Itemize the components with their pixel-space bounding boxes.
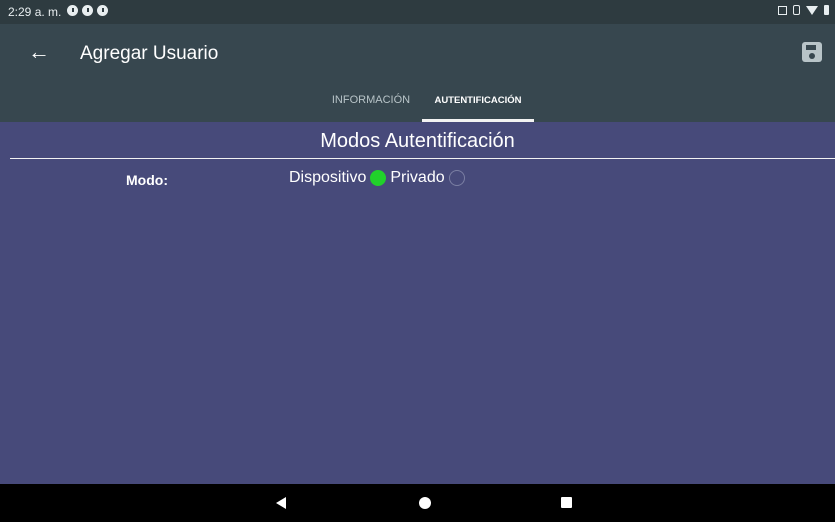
system-icons xyxy=(778,5,829,15)
battery-icon xyxy=(824,5,829,15)
nav-recents-icon[interactable] xyxy=(561,497,572,508)
notification-icon xyxy=(97,5,108,16)
vibrate-icon xyxy=(793,5,800,15)
radio-label-dispositivo[interactable]: Dispositivo xyxy=(289,169,366,187)
tab-informacion[interactable]: INFORMACIÓN xyxy=(322,94,420,106)
notification-icon xyxy=(82,5,93,16)
radio-dispositivo[interactable] xyxy=(370,170,387,186)
mode-label: Modo: xyxy=(126,172,168,188)
radio-label-privado[interactable]: Privado xyxy=(390,169,444,187)
arrow-left-icon[interactable]: ← xyxy=(28,41,50,63)
screenshot-icon xyxy=(778,5,787,15)
status-time: 2:29 a. m. xyxy=(8,5,62,19)
notification-icons xyxy=(67,5,108,16)
notification-icon xyxy=(67,5,78,16)
page-title: Agregar Usuario xyxy=(80,43,219,64)
tab-autentificacion[interactable]: AUTENTIFICACIÓN xyxy=(422,95,534,106)
app-bar: ← Agregar Usuario INFORMACIÓN AUTENTIFIC… xyxy=(0,24,835,122)
save-icon[interactable] xyxy=(802,42,822,62)
nav-home-icon[interactable] xyxy=(419,497,431,509)
wifi-icon xyxy=(806,5,818,15)
nav-back-icon[interactable] xyxy=(276,497,286,509)
radio-privado[interactable] xyxy=(448,170,465,186)
tab-indicator xyxy=(422,119,534,122)
mode-radio-group: Dispositivo Privado xyxy=(289,169,469,187)
status-bar: 2:29 a. m. xyxy=(0,0,835,24)
divider xyxy=(10,158,835,159)
section-title: Modos Autentificación xyxy=(320,130,515,152)
navigation-bar xyxy=(0,484,835,522)
